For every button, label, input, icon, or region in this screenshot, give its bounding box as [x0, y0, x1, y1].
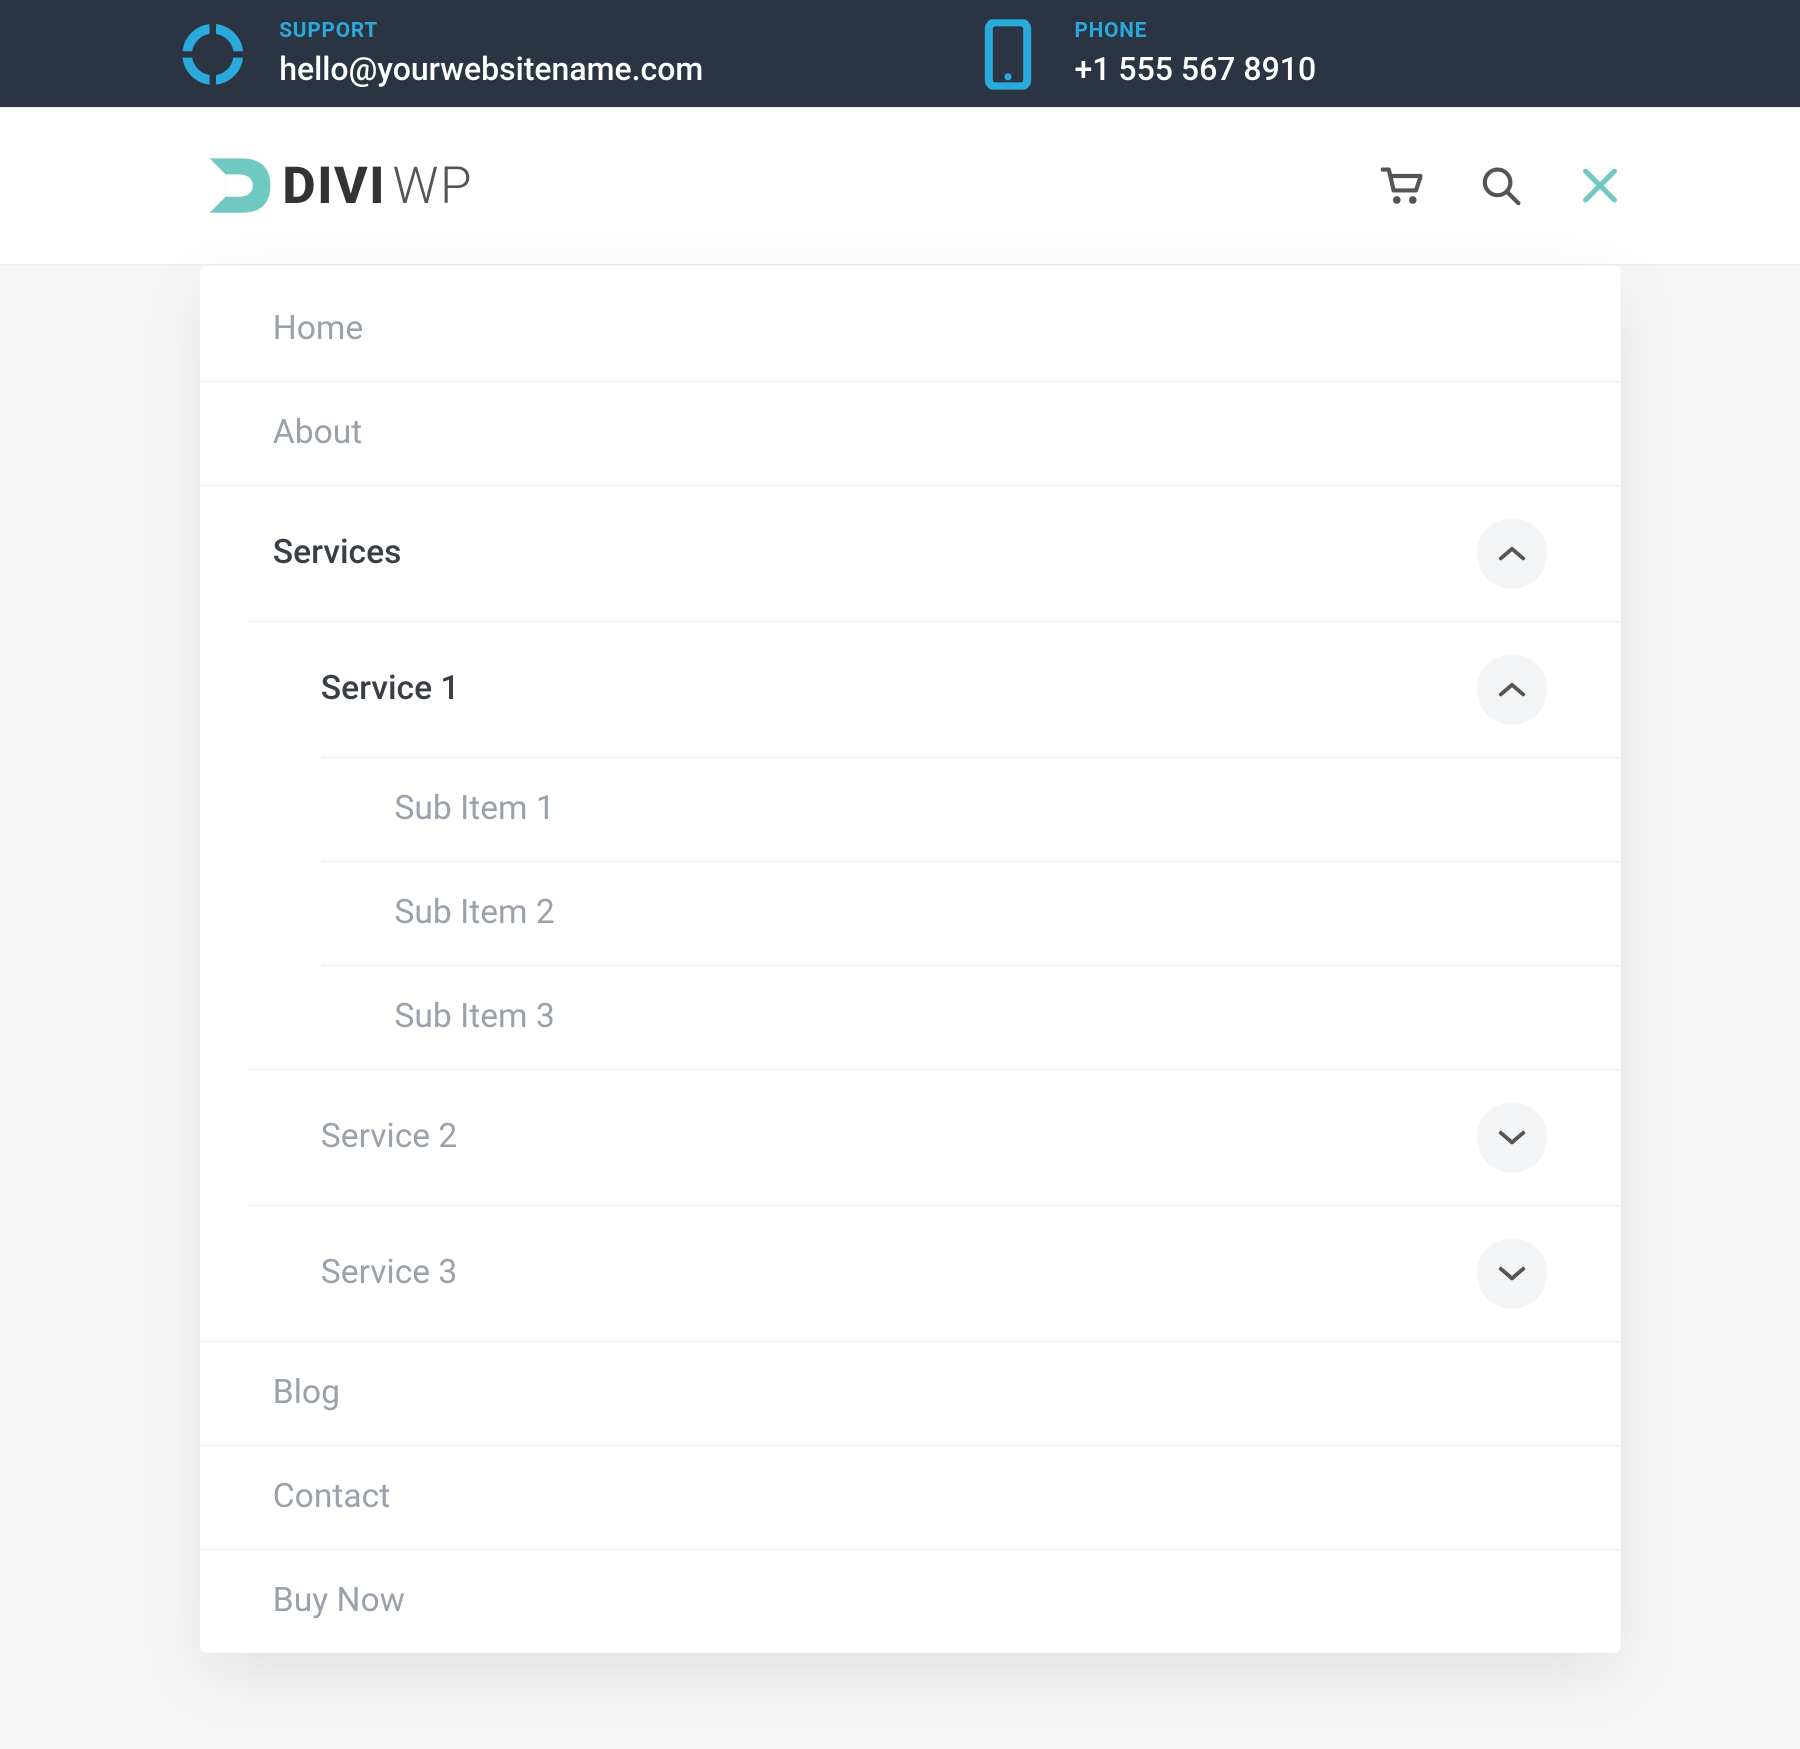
support-label: SUPPORT: [279, 19, 703, 43]
nav-link-services[interactable]: Services: [199, 486, 1620, 620]
nav-link-sub2[interactable]: Sub Item 2: [321, 862, 1620, 964]
nav-item-blog: Blog: [199, 1342, 1620, 1446]
nav-item-contact: Contact: [199, 1446, 1620, 1550]
nav-label: Service 3: [321, 1254, 1476, 1292]
nav-item-sub3: Sub Item 3: [321, 965, 1620, 1069]
toggle-service3[interactable]: [1476, 1238, 1546, 1308]
nav-item-sub2: Sub Item 2: [321, 861, 1620, 965]
logo-mark-icon: [202, 149, 276, 223]
nav-label: Service 2: [321, 1118, 1476, 1156]
chevron-up-icon: [1497, 680, 1526, 699]
toggle-services[interactable]: [1476, 518, 1546, 588]
nav-link-sub1[interactable]: Sub Item 1: [321, 758, 1620, 860]
nav-link-blog[interactable]: Blog: [199, 1342, 1620, 1444]
nav-label: Buy Now: [273, 1582, 1547, 1620]
close-menu-icon[interactable]: [1578, 165, 1620, 207]
nav-label: Services: [273, 534, 1476, 572]
nav-item-services: Services Service 1: [199, 486, 1620, 1342]
nav-label: Blog: [273, 1374, 1547, 1412]
nav-label: About: [273, 414, 1547, 452]
nav-link-sub3[interactable]: Sub Item 3: [321, 966, 1620, 1068]
nav-item-home: Home: [199, 278, 1620, 382]
nav-label: Contact: [273, 1478, 1547, 1516]
phone-value[interactable]: +1 555 567 8910: [1074, 50, 1316, 88]
nav-item-service3: Service 3: [247, 1205, 1620, 1341]
nav-link-contact[interactable]: Contact: [199, 1446, 1620, 1548]
chevron-up-icon: [1497, 544, 1526, 563]
nav-item-service2: Service 2: [247, 1069, 1620, 1205]
support-block: SUPPORT hello@yourwebsitename.com: [180, 19, 703, 88]
cart-icon[interactable]: [1380, 166, 1422, 204]
nav-link-buy[interactable]: Buy Now: [199, 1550, 1620, 1652]
toggle-service1[interactable]: [1476, 654, 1546, 724]
nav-item-buy: Buy Now: [199, 1550, 1620, 1652]
logo-text-part2: WP: [393, 155, 474, 216]
phone-device-icon: [975, 22, 1039, 86]
nav-link-service3[interactable]: Service 3: [247, 1206, 1620, 1340]
nav-item-service1: Service 1: [247, 621, 1620, 1069]
nav-label: Sub Item 1: [394, 790, 1546, 828]
lifering-icon: [180, 22, 244, 86]
chevron-down-icon: [1497, 1128, 1526, 1147]
toggle-service2[interactable]: [1476, 1102, 1546, 1172]
nav-label: Service 1: [321, 670, 1476, 708]
nav-link-service1[interactable]: Service 1: [247, 622, 1620, 756]
nav-link-about[interactable]: About: [199, 382, 1620, 484]
search-icon[interactable]: [1479, 165, 1521, 207]
chevron-down-icon: [1497, 1264, 1526, 1283]
nav-item-about: About: [199, 382, 1620, 486]
mobile-menu-panel: Home About Services: [199, 266, 1620, 1653]
topbar: SUPPORT hello@yourwebsitename.com PHONE …: [0, 0, 1800, 107]
phone-block: PHONE +1 555 567 8910: [975, 19, 1316, 88]
header: DIVIWP: [0, 107, 1800, 265]
support-value[interactable]: hello@yourwebsitename.com: [279, 50, 703, 88]
logo[interactable]: DIVIWP: [202, 149, 473, 223]
nav-link-home[interactable]: Home: [199, 278, 1620, 380]
nav-label: Sub Item 2: [394, 894, 1546, 932]
nav-label: Sub Item 3: [394, 998, 1546, 1036]
nav-item-sub1: Sub Item 1: [321, 757, 1620, 861]
logo-text-part1: DIVI: [282, 155, 386, 216]
nav-label: Home: [273, 310, 1547, 348]
nav-link-service2[interactable]: Service 2: [247, 1070, 1620, 1204]
phone-label: PHONE: [1074, 19, 1316, 43]
